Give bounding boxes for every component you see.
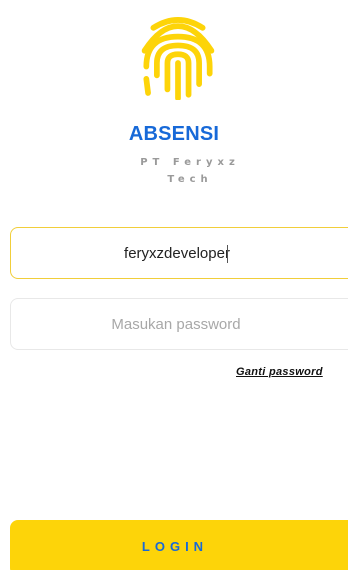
app-title: ABSENSI	[128, 123, 220, 145]
login-screen: ABSENSI PT Feryxz Tech feryxzdeveloper M…	[0, 0, 348, 570]
company-name: PT Feryxz Tech	[140, 157, 240, 185]
username-field[interactable]: feryxzdeveloper	[10, 227, 348, 279]
fingerprint-icon	[141, 17, 215, 100]
text-cursor	[226, 245, 228, 264]
password-field[interactable]: Masukan password	[10, 298, 348, 350]
change-password-container: Ganti password	[236, 362, 348, 382]
login-button[interactable]: LOGIN	[10, 520, 348, 570]
password-placeholder: Masukan password	[111, 316, 241, 333]
change-password-link[interactable]: Ganti password	[236, 366, 323, 378]
login-button-label: LOGIN	[141, 539, 209, 554]
username-value: feryxzdeveloper	[124, 245, 230, 262]
